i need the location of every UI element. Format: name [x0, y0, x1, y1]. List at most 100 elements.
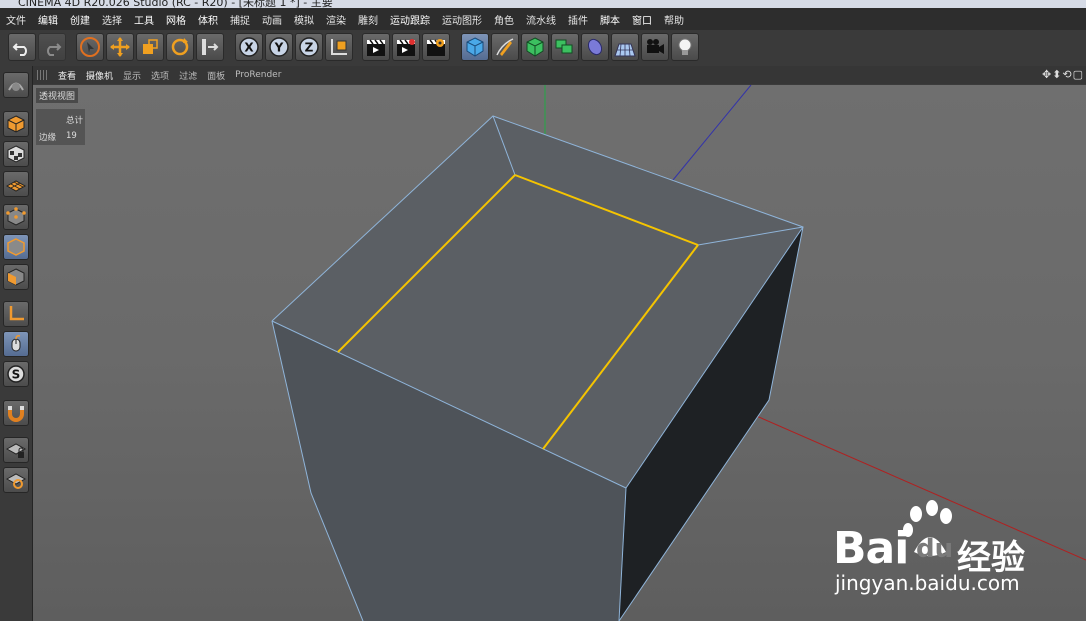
array-icon — [555, 39, 573, 54]
move-tool-button[interactable] — [106, 33, 134, 61]
move-icon — [110, 37, 130, 57]
menu-mograph[interactable]: 运动图形 — [436, 12, 488, 27]
floor-button[interactable] — [611, 33, 639, 61]
cube-object-button[interactable] — [461, 33, 489, 61]
axis-z-letter: Z — [305, 41, 314, 55]
panel-grip-icon[interactable] — [37, 70, 47, 80]
main-toolbar: X Y Z — [0, 30, 1086, 67]
cube-icon — [466, 37, 484, 57]
viewport-menu-cameras[interactable]: 摄像机 — [81, 69, 118, 82]
workplane-icon — [6, 180, 26, 192]
recent-tool-button[interactable] — [196, 33, 224, 61]
clapperboard-icon — [367, 39, 385, 56]
z-axis-icon: Z — [299, 37, 319, 57]
scale-tool-button[interactable] — [136, 33, 164, 61]
menu-simulate[interactable]: 模拟 — [288, 12, 320, 27]
x-axis-lock-button[interactable]: X — [235, 33, 263, 61]
menu-window[interactable]: 窗口 — [626, 12, 658, 27]
workplane-mode-button[interactable] — [3, 171, 29, 197]
window-titlebar: CINEMA 4D R20.026 Studio (RC - R20) - [未… — [0, 0, 1086, 8]
z-axis-lock-button[interactable]: Z — [295, 33, 323, 61]
x-axis-icon: X — [239, 37, 259, 57]
snap-button[interactable] — [3, 400, 29, 426]
viewport-menu-display[interactable]: 显示 — [118, 69, 146, 82]
viewport-menu-options[interactable]: 选项 — [146, 69, 174, 82]
redo-icon — [47, 43, 62, 56]
hud-title: 总计 — [66, 116, 84, 126]
camera-button[interactable] — [641, 33, 669, 61]
y-axis-lock-button[interactable]: Y — [265, 33, 293, 61]
solo-button[interactable]: S — [3, 361, 29, 387]
light-button[interactable] — [671, 33, 699, 61]
recent-tool-icon — [202, 39, 219, 55]
polygons-mode-button[interactable] — [3, 264, 29, 290]
axis-mode-button[interactable] — [3, 301, 29, 327]
lock-workplane-button[interactable] — [3, 437, 29, 463]
live-selection-button[interactable] — [76, 33, 104, 61]
x-axis-line — [712, 396, 1086, 561]
redo-button[interactable] — [38, 33, 66, 61]
edges-mode-icon — [7, 238, 25, 256]
menu-file[interactable]: 文件 — [0, 12, 32, 27]
mouse-tweak-icon — [11, 335, 21, 352]
perspective-viewport[interactable]: 透视视图 总计 边缘 19 — [33, 85, 1086, 621]
array-button[interactable] — [551, 33, 579, 61]
pen-icon — [496, 38, 514, 56]
menu-animate[interactable]: 动画 — [256, 12, 288, 27]
axis-mode-icon — [9, 306, 24, 321]
menu-create[interactable]: 创建 — [64, 12, 96, 27]
scale-icon — [143, 39, 158, 54]
subdivision-surface-button[interactable] — [521, 33, 549, 61]
tweak-mode-button[interactable] — [3, 331, 29, 357]
subdivision-surface-icon — [526, 37, 544, 57]
viewport-nav-icons[interactable]: ✥⬍⟲▢ — [1042, 68, 1084, 81]
undo-icon — [12, 43, 27, 56]
render-settings-icon — [427, 39, 445, 56]
menu-sculpt[interactable]: 雕刻 — [352, 12, 384, 27]
z-axis-line — [672, 85, 752, 181]
menu-volume[interactable]: 体积 — [192, 12, 224, 27]
axis-y-letter: Y — [274, 41, 284, 55]
texture-mode-button[interactable] — [3, 141, 29, 167]
hud-edge-count: 19 — [66, 131, 77, 141]
points-mode-button[interactable] — [3, 204, 29, 230]
rotate-tool-button[interactable] — [166, 33, 194, 61]
left-palette: S — [0, 66, 33, 621]
coordinate-system-icon — [331, 39, 347, 55]
render-to-picture-viewer-button[interactable] — [392, 33, 420, 61]
menu-render[interactable]: 渲染 — [320, 12, 352, 27]
deformer-button[interactable] — [581, 33, 609, 61]
viewport-menu-panel[interactable]: 面板 — [202, 69, 230, 82]
workplane-lock-icon — [6, 443, 26, 458]
points-mode-icon — [6, 207, 26, 226]
make-editable-button[interactable] — [3, 72, 29, 98]
undo-button[interactable] — [8, 33, 36, 61]
menu-plugins[interactable]: 插件 — [562, 12, 594, 27]
viewport-menu-filter[interactable]: 过滤 — [174, 69, 202, 82]
menu-script[interactable]: 脚本 — [594, 12, 626, 27]
menu-motion-tracker[interactable]: 运动跟踪 — [384, 12, 436, 27]
rotate-icon — [171, 38, 189, 56]
viewport-menu-prorender[interactable]: ProRender — [230, 70, 286, 80]
viewport-menu-view[interactable]: 查看 — [53, 69, 81, 82]
camera-icon — [647, 39, 664, 54]
menu-help[interactable]: 帮助 — [658, 12, 690, 27]
scene-canvas[interactable] — [33, 85, 1086, 621]
pen-spline-button[interactable] — [491, 33, 519, 61]
menu-snap[interactable]: 捕捉 — [224, 12, 256, 27]
menu-edit[interactable]: 编辑 — [32, 12, 64, 27]
menu-tools[interactable]: 工具 — [128, 12, 160, 27]
coordinate-system-button[interactable] — [325, 33, 353, 61]
floor-grid-icon — [614, 43, 636, 57]
menu-select[interactable]: 选择 — [96, 12, 128, 27]
menu-character[interactable]: 角色 — [488, 12, 520, 27]
render-view-button[interactable] — [362, 33, 390, 61]
menu-pipeline[interactable]: 流水线 — [520, 12, 562, 27]
planar-workplane-button[interactable] — [3, 467, 29, 493]
make-editable-icon — [8, 82, 24, 91]
bend-deformer-icon — [587, 38, 603, 56]
model-mode-button[interactable] — [3, 111, 29, 137]
edges-mode-button[interactable] — [3, 234, 29, 260]
menu-mesh[interactable]: 网格 — [160, 12, 192, 27]
render-settings-button[interactable] — [422, 33, 450, 61]
